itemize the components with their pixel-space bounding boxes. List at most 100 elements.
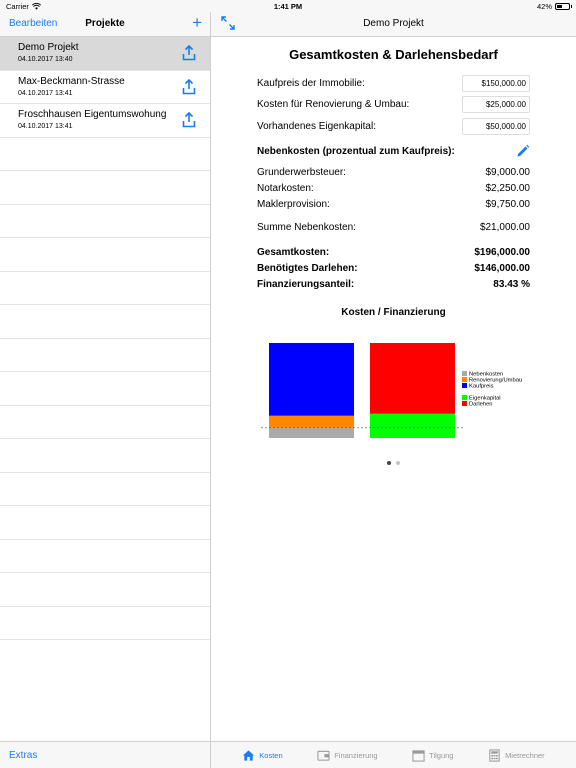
notar-value: $2,250.00: [485, 183, 531, 194]
tab-label: Tilgung: [429, 750, 454, 760]
tab-finanzierung[interactable]: Finanzierung: [317, 749, 378, 762]
eigenkapital-label: Vorhandenes Eigenkapital:: [257, 121, 376, 132]
share-icon[interactable]: [182, 45, 196, 61]
status-bar: Carrier 1:41 PM 42%: [0, 0, 576, 12]
empty-row: [0, 238, 210, 272]
app-root: Carrier 1:41 PM 42% Bearbeiten Projekte …: [0, 0, 576, 768]
pencil-icon[interactable]: [516, 144, 530, 158]
empty-row: [0, 506, 210, 540]
chart-title: Kosten / Finanzierung: [341, 307, 446, 318]
tab-mietrechner[interactable]: Mietrechner: [488, 748, 545, 762]
project-row[interactable]: Max-Beckmann-Strasse 04.10.2017 13:41: [0, 71, 210, 104]
legend-swatch: [462, 383, 467, 388]
empty-row: [0, 205, 210, 238]
share-icon[interactable]: [182, 78, 196, 95]
edit-button[interactable]: Bearbeiten: [9, 18, 57, 29]
empty-row: [0, 339, 210, 372]
empty-row: [0, 372, 210, 406]
tab-kosten[interactable]: Kosten: [242, 749, 283, 762]
page-dot[interactable]: [396, 461, 400, 465]
project-date: 04.10.2017 13:41: [18, 123, 73, 130]
detail-nav-bar: Demo Projekt: [211, 12, 576, 37]
gesamt-label: Gesamtkosten:: [257, 247, 330, 258]
legend-swatch: [462, 377, 467, 382]
projects-panel: Bearbeiten Projekte + Demo Projekt 04.10…: [0, 12, 211, 768]
nebenkosten-heading: Nebenkosten (prozentual zum Kaufpreis):: [257, 146, 455, 157]
empty-row: [0, 607, 210, 640]
anteil-value: 83.43 %: [493, 279, 530, 290]
bar-segment-eigenkapital: [370, 413, 455, 438]
project-row[interactable]: Froschhausen Eigentumswohung 04.10.2017 …: [0, 104, 210, 138]
bar-segment-kaufpreis: [269, 343, 354, 416]
project-name: Max-Beckmann-Strasse: [18, 75, 125, 87]
status-left: Carrier: [6, 2, 41, 11]
darlehen-value: $146,000.00: [474, 263, 530, 274]
grunderwerb-label: Grunderwerbsteuer:: [257, 167, 346, 178]
bar-segment-darlehen: [370, 343, 455, 414]
project-name: Demo Projekt: [18, 42, 79, 53]
project-list: Demo Projekt 04.10.2017 13:40 Max-Beckma…: [0, 37, 210, 640]
project-name: Froschhausen Eigentumswohung: [18, 109, 167, 120]
project-row[interactable]: Demo Projekt 04.10.2017 13:40: [0, 37, 210, 71]
calendar-icon: [412, 749, 425, 762]
gesamt-value: $196,000.00: [474, 247, 530, 258]
extras-button[interactable]: Extras: [9, 750, 37, 761]
battery-icon: [555, 2, 572, 10]
empty-row: [0, 573, 210, 607]
status-time: 1:41 PM: [273, 1, 303, 11]
detail-panel: Demo Projekt Gesamtkosten & Darlehensbed…: [211, 12, 576, 768]
legend-swatch: [462, 401, 467, 406]
empty-row: [0, 305, 210, 339]
grunderwerb-value: $9,000.00: [485, 167, 531, 178]
bar-segment-renovierung-umbau: [269, 415, 354, 428]
carrier-label: Carrier: [6, 1, 29, 11]
empty-row: [0, 171, 210, 205]
projects-nav-bar: Bearbeiten Projekte +: [0, 12, 210, 37]
plus-icon[interactable]: +: [192, 14, 202, 32]
legend-swatch: [462, 371, 467, 376]
page-dot[interactable]: [387, 461, 391, 465]
summe-value: $21,000.00: [479, 222, 530, 233]
kaufpreis-label: Kaufpreis der Immobilie:: [257, 78, 365, 89]
tab-tilgung[interactable]: Tilgung: [412, 749, 453, 762]
kaufpreis-field[interactable]: [462, 75, 530, 92]
share-icon[interactable]: [182, 112, 196, 128]
empty-row: [0, 540, 210, 573]
page-title: Gesamtkosten & Darlehensbedarf: [289, 47, 498, 62]
project-date: 04.10.2017 13:41: [18, 89, 73, 97]
wallet-icon: [317, 750, 330, 761]
renovierung-label: Kosten für Renovierung & Umbau:: [257, 99, 410, 110]
cost-financing-chart: NebenkostenRenovierung/UmbauKaufpreisEig…: [261, 343, 522, 438]
bar-segment-nebenkosten: [269, 427, 354, 438]
legend-label: Darlehen: [469, 402, 493, 408]
tab-label: Mietrechner: [505, 750, 545, 760]
status-right: 42%: [536, 1, 572, 11]
empty-row: [0, 138, 210, 171]
expand-icon[interactable]: [221, 16, 235, 30]
empty-row: [0, 272, 210, 305]
renovierung-field[interactable]: [462, 96, 530, 113]
notar-label: Notarkosten:: [257, 183, 314, 194]
legend-label: Kaufpreis: [469, 384, 494, 390]
darlehen-label: Benötigtes Darlehen:: [257, 263, 358, 274]
summe-label: Summe Nebenkosten:: [257, 222, 356, 233]
project-date: 04.10.2017 13:40: [18, 56, 73, 63]
empty-row: [0, 439, 210, 473]
calculator-icon: [489, 748, 500, 762]
makler-label: Maklerprovision:: [257, 199, 330, 210]
makler-value: $9,750.00: [485, 199, 531, 210]
tab-bar: Kosten Finanzierung Tilgung Mietrechner: [211, 741, 576, 768]
detail-title: Demo Projekt: [363, 18, 424, 29]
house-icon: [243, 749, 255, 761]
empty-row: [0, 406, 210, 439]
wifi-icon: [31, 2, 41, 10]
projects-toolbar: Extras: [0, 741, 210, 768]
legend-swatch: [462, 395, 467, 400]
page-indicator[interactable]: [211, 461, 576, 465]
battery-percent: 42%: [536, 1, 552, 11]
tab-label: Finanzierung: [334, 750, 378, 760]
empty-row: [0, 473, 210, 506]
tab-label: Kosten: [259, 750, 283, 760]
eigenkapital-field[interactable]: [462, 118, 530, 135]
anteil-label: Finanzierungsanteil:: [257, 279, 355, 290]
